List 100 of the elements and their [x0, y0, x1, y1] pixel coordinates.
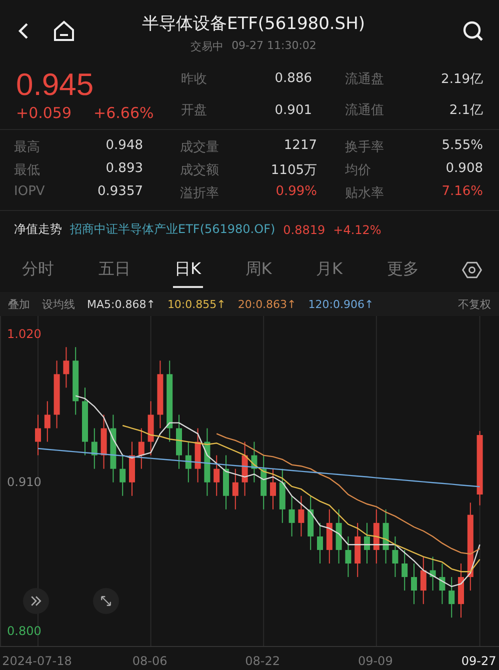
stat-value: 0.948: [104, 138, 143, 155]
stat-label: 成交量: [179, 139, 220, 156]
settings-icon[interactable]: [461, 259, 483, 281]
stat-label: 溢折率: [179, 185, 220, 202]
price-change-percent: +6.66%: [94, 104, 154, 122]
candle: [288, 495, 295, 537]
candle: [430, 556, 436, 592]
price-axis-label: 0.910: [7, 474, 42, 490]
period-tab[interactable]: 分时: [20, 252, 56, 288]
period-tab[interactable]: 五日: [96, 252, 132, 288]
candle: [35, 414, 41, 456]
candle: [336, 508, 342, 564]
candle: [63, 346, 70, 388]
stat-value: 0.893: [104, 161, 143, 178]
home-icon[interactable]: [52, 19, 76, 43]
overlay-option[interactable]: 叠加: [8, 296, 30, 312]
security-title: 半导体设备ETF(561980.SH): [142, 13, 366, 35]
stat-label: 最低: [14, 162, 41, 179]
ma-value: MA5:0.868↑: [87, 298, 156, 310]
candle: [439, 563, 446, 605]
candle: [317, 522, 323, 564]
stat-value: 7.16%: [440, 184, 483, 201]
candle: [120, 454, 126, 496]
candle: [232, 468, 238, 510]
nav-label: 净值走势: [14, 221, 62, 238]
candle: [54, 360, 60, 429]
candle: [298, 495, 304, 537]
adjust-option[interactable]: 不复权: [458, 296, 491, 312]
price-axis-label: 0.800: [7, 623, 42, 640]
ma-setting-option[interactable]: 设均线: [42, 296, 75, 312]
period-tab[interactable]: 日K: [172, 252, 203, 288]
stat-label: 流通盘: [344, 70, 385, 88]
period-tab[interactable]: 更多: [384, 252, 421, 288]
candle: [72, 346, 79, 416]
stat-value: 1217: [282, 138, 317, 155]
ma-value: 10:0.855↑: [167, 298, 226, 310]
stat-value: 1105万: [270, 162, 317, 179]
candle: [448, 576, 455, 618]
candle: [129, 441, 135, 496]
stat-value: 0.99%: [274, 184, 317, 201]
stat-value: 0.908: [444, 161, 483, 178]
candle: [354, 522, 361, 578]
candle: [364, 522, 370, 564]
candle: [270, 468, 276, 510]
stat-label: 均价: [344, 162, 372, 179]
candle: [82, 387, 88, 456]
stat-value: 0.9357: [96, 184, 143, 201]
trading-status: 交易中: [190, 39, 224, 54]
candle: [100, 414, 107, 470]
ma-value: 20:0.863↑: [238, 298, 296, 310]
candle: [420, 556, 426, 605]
stat-value: 0.901: [274, 102, 312, 118]
candle: [223, 454, 229, 510]
candle: [242, 441, 248, 496]
candle: [382, 508, 389, 564]
candle: [308, 495, 314, 550]
candle: [373, 508, 380, 564]
candle: [204, 428, 210, 496]
stat-label: 换手率: [344, 139, 385, 156]
nav-value: 0.8819: [283, 222, 326, 236]
expand-icon[interactable]: [93, 588, 119, 614]
candle: [326, 508, 332, 564]
stat-value: 2.19亿: [440, 70, 483, 88]
period-tab[interactable]: 月K: [314, 252, 344, 288]
quote-time: 09-27 11:30:02: [232, 39, 316, 54]
candle: [345, 536, 352, 578]
stat-label: 流通值: [344, 102, 385, 120]
candle: [138, 428, 144, 470]
candle: [251, 441, 258, 483]
stat-value: 0.886: [274, 71, 312, 86]
search-icon[interactable]: [461, 19, 485, 43]
ma-value: 120:0.906↑: [308, 298, 374, 310]
price-axis-label: 1.020: [7, 326, 42, 342]
candle: [91, 428, 98, 470]
date-axis-label: 09-27: [461, 654, 496, 668]
double-chevron-icon[interactable]: [23, 588, 49, 614]
stat-label: IOPV: [14, 184, 46, 201]
period-tab[interactable]: 周K: [243, 252, 274, 288]
stat-label: 开盘: [181, 102, 208, 120]
candle: [279, 468, 286, 524]
candle: [392, 536, 398, 578]
date-axis-label: 2024-07-18: [2, 654, 72, 668]
candle: [110, 414, 116, 483]
candle: [44, 400, 50, 442]
price-change: +0.059: [16, 104, 72, 122]
fund-link[interactable]: 招商中证半导体产业ETF(561980.OF): [70, 221, 276, 238]
stat-label: 昨收: [181, 70, 208, 88]
date-axis-label: 08-22: [245, 654, 280, 668]
candle: [185, 441, 192, 483]
last-price: 0.945: [16, 66, 95, 104]
nav-change: +4.12%: [333, 222, 382, 236]
stat-label: 成交额: [179, 162, 220, 179]
stat-value: 2.1亿: [448, 102, 483, 120]
date-axis-label: 08-06: [132, 654, 168, 668]
candle: [214, 454, 220, 496]
candle: [148, 400, 154, 456]
candle: [402, 549, 408, 592]
candle: [458, 563, 464, 618]
stat-label: 最高: [14, 139, 41, 156]
candle: [194, 428, 201, 483]
